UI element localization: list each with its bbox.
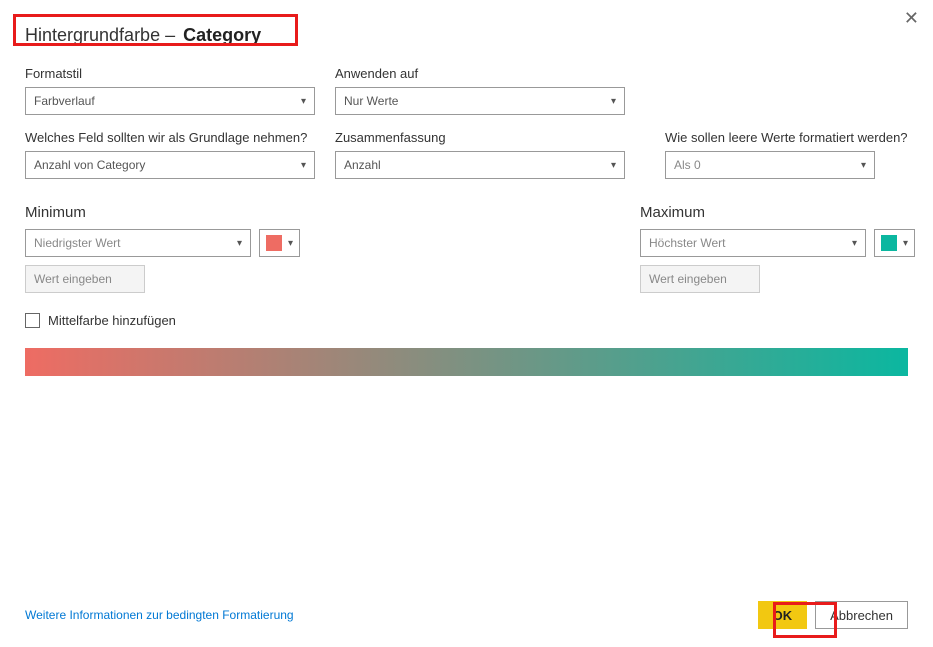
chevron-down-icon: ▾: [301, 160, 306, 171]
basis-field-dropdown[interactable]: Anzahl von Category ▾: [25, 151, 315, 179]
dialog-title-prefix: Hintergrundfarbe –: [25, 25, 175, 46]
summary-value: Anzahl: [344, 158, 381, 172]
chevron-down-icon: ▾: [237, 238, 242, 249]
format-style-value: Farbverlauf: [34, 94, 95, 108]
maximum-value-placeholder: Wert eingeben: [649, 272, 727, 286]
chevron-down-icon: ▾: [861, 160, 866, 171]
minimum-value-input[interactable]: Wert eingeben: [25, 265, 145, 293]
apply-to-dropdown[interactable]: Nur Werte ▾: [335, 87, 625, 115]
middle-color-checkbox[interactable]: [25, 313, 40, 328]
chevron-down-icon: ▾: [288, 238, 293, 249]
dialog-title-entity: Category: [183, 25, 261, 46]
maximum-color-picker[interactable]: ▾: [874, 229, 915, 257]
more-info-link[interactable]: Weitere Informationen zur bedingten Form…: [25, 608, 294, 622]
maximum-label: Maximum: [640, 204, 915, 221]
basis-field-label: Welches Feld sollten wir als Grundlage n…: [25, 130, 315, 145]
summary-dropdown[interactable]: Anzahl ▾: [335, 151, 625, 179]
chevron-down-icon: ▾: [852, 238, 857, 249]
summary-label: Zusammenfassung: [335, 130, 625, 145]
format-style-label: Formatstil: [25, 66, 315, 81]
empty-values-value: Als 0: [674, 158, 701, 172]
minimum-value-placeholder: Wert eingeben: [34, 272, 112, 286]
chevron-down-icon: ▾: [903, 238, 908, 249]
apply-to-value: Nur Werte: [344, 94, 398, 108]
empty-values-dropdown[interactable]: Als 0 ▾: [665, 151, 875, 179]
maximum-color-swatch: [881, 235, 897, 251]
apply-to-label: Anwenden auf: [335, 66, 625, 81]
chevron-down-icon: ▾: [301, 96, 306, 107]
minimum-color-swatch: [266, 235, 282, 251]
middle-color-label: Mittelfarbe hinzufügen: [48, 313, 176, 328]
minimum-mode-value: Niedrigster Wert: [34, 236, 120, 250]
chevron-down-icon: ▾: [611, 160, 616, 171]
minimum-mode-dropdown[interactable]: Niedrigster Wert ▾: [25, 229, 251, 257]
gradient-preview-bar: [25, 348, 908, 376]
format-style-dropdown[interactable]: Farbverlauf ▾: [25, 87, 315, 115]
basis-field-value: Anzahl von Category: [34, 158, 145, 172]
close-icon[interactable]: ✕: [904, 8, 919, 29]
empty-values-label: Wie sollen leere Werte formatiert werden…: [665, 130, 908, 145]
maximum-mode-dropdown[interactable]: Höchster Wert ▾: [640, 229, 866, 257]
chevron-down-icon: ▾: [611, 96, 616, 107]
minimum-label: Minimum: [25, 204, 300, 221]
minimum-color-picker[interactable]: ▾: [259, 229, 300, 257]
maximum-mode-value: Höchster Wert: [649, 236, 725, 250]
dialog-title: Hintergrundfarbe – Category: [25, 25, 908, 46]
maximum-value-input[interactable]: Wert eingeben: [640, 265, 760, 293]
ok-button[interactable]: OK: [758, 601, 808, 629]
cancel-button[interactable]: Abbrechen: [815, 601, 908, 629]
